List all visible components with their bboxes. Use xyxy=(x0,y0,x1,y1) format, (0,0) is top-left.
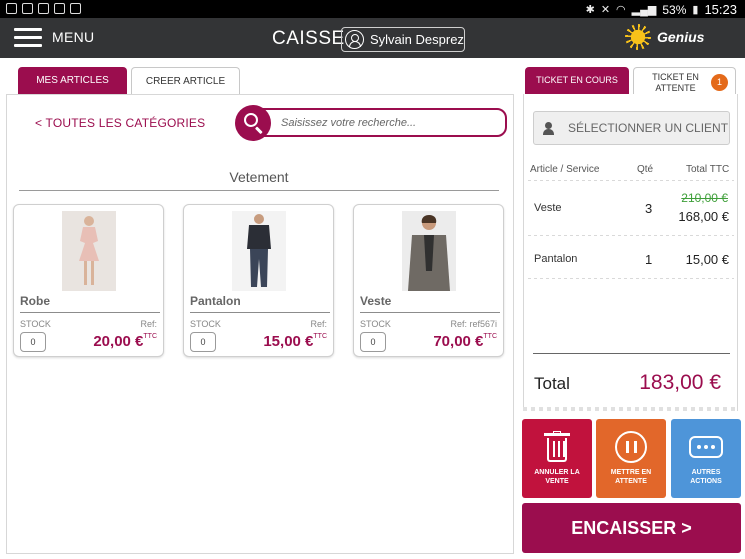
bag-icon xyxy=(70,3,81,14)
all-categories-link[interactable]: < TOUTES LES CATÉGORIES xyxy=(35,116,205,130)
product-ref: Ref: ref567i xyxy=(450,319,497,329)
page-title: CAISSE xyxy=(272,28,345,49)
tab-ticket-en-attente[interactable]: TICKET EN ATTENTE 1 xyxy=(633,67,736,94)
product-card-veste[interactable]: Veste STOCK Ref: ref567i 0 70,00 €TTC xyxy=(353,204,504,357)
clock: 15:23 xyxy=(704,2,737,17)
search-input[interactable] xyxy=(253,108,507,137)
status-bar: ✱ ✕ ◠ ▂▄▆ 53% ▮ 15:23 xyxy=(0,0,745,18)
line-item-total: 15,00 € xyxy=(685,252,729,267)
product-name: Robe xyxy=(20,294,50,308)
product-ref: Ref: xyxy=(140,319,157,329)
signal-icon: ▂▄▆ xyxy=(631,4,657,16)
column-total: Total TTC xyxy=(686,164,730,175)
pay-button[interactable]: ENCAISSER > xyxy=(522,503,741,553)
total-amount: 183,00 € xyxy=(639,371,721,394)
product-ref: Ref: xyxy=(310,319,327,329)
line-item-old-total: 210,00 € xyxy=(681,191,728,205)
category-title: Vetement xyxy=(229,169,289,185)
tab-ticket-en-cours[interactable]: TICKET EN COURS xyxy=(525,67,629,94)
veste-photo xyxy=(402,211,456,291)
notification-icons xyxy=(6,3,81,14)
person-icon xyxy=(543,121,554,135)
more-icon xyxy=(689,436,723,458)
product-name: Veste xyxy=(360,294,392,308)
stock-label: STOCK xyxy=(360,319,391,329)
menu-label: MENU xyxy=(52,29,95,45)
product-card-pantalon[interactable]: Pantalon STOCK Ref: 0 15,00 €TTC xyxy=(183,204,334,357)
hold-sale-button[interactable]: METTRE EN ATTENTE xyxy=(596,419,666,498)
product-price: 15,00 €TTC xyxy=(263,333,327,350)
mute-icon: ✕ xyxy=(600,4,611,16)
select-client-label: SÉLECTIONNER UN CLIENT xyxy=(568,121,729,135)
notification-icon xyxy=(6,3,17,14)
font-icon xyxy=(38,3,49,14)
select-client-button[interactable]: SÉLECTIONNER UN CLIENT xyxy=(533,111,730,145)
bluetooth-icon: ✱ xyxy=(585,4,595,16)
app-bar: MENU CAISSE Sylvain Desprez Genius xyxy=(0,18,745,58)
wifi-icon: ◠ xyxy=(616,4,626,16)
battery-percent: 53% xyxy=(662,2,687,17)
product-card-robe[interactable]: Robe STOCK Ref: 0 20,00 €TTC xyxy=(13,204,164,357)
line-item-qty[interactable]: 3 xyxy=(645,201,652,216)
product-price: 70,00 €TTC xyxy=(433,333,497,350)
category-divider xyxy=(19,190,499,191)
pantalon-photo xyxy=(232,211,286,291)
store-icon xyxy=(54,3,65,14)
column-qty: Qté xyxy=(637,164,654,175)
user-selector[interactable]: Sylvain Desprez xyxy=(341,27,465,52)
line-item-name[interactable]: Pantalon xyxy=(534,253,577,265)
image-icon xyxy=(22,3,33,14)
tab-creer-article[interactable]: CREER ARTICLE xyxy=(131,67,240,94)
line-item-qty[interactable]: 1 xyxy=(645,252,652,267)
cancel-sale-button[interactable]: ANNULER LA VENTE xyxy=(522,419,592,498)
stock-label: STOCK xyxy=(20,319,51,329)
stock-count: 0 xyxy=(360,332,386,352)
system-status: ✱ ✕ ◠ ▂▄▆ 53% ▮ 15:23 xyxy=(586,2,737,17)
total-label: Total xyxy=(534,374,570,393)
stock-count: 0 xyxy=(20,332,46,352)
line-item-total: 168,00 € xyxy=(678,209,729,224)
stock-label: STOCK xyxy=(190,319,221,329)
product-name: Pantalon xyxy=(190,294,241,308)
stock-count: 0 xyxy=(190,332,216,352)
product-price: 20,00 €TTC xyxy=(93,333,157,350)
tab-mes-articles[interactable]: MES ARTICLES xyxy=(18,67,127,94)
sun-logo-icon xyxy=(625,24,651,50)
user-name: Sylvain Desprez xyxy=(370,32,464,47)
line-item-name[interactable]: Veste xyxy=(534,202,562,214)
hamburger-icon xyxy=(14,27,42,47)
pause-icon xyxy=(615,431,647,463)
trash-icon xyxy=(544,431,570,463)
robe-photo xyxy=(62,211,116,291)
waiting-count-badge: 1 xyxy=(711,74,728,91)
pos-screen: ✱ ✕ ◠ ▂▄▆ 53% ▮ 15:23 MENU CAISSE Sylvai… xyxy=(0,0,745,559)
battery-icon: ▮ xyxy=(692,4,699,16)
search-icon xyxy=(244,113,258,127)
brand-name: Genius xyxy=(657,29,705,45)
menu-button[interactable]: MENU xyxy=(14,27,94,47)
column-article: Article / Service xyxy=(530,164,600,175)
search-button[interactable] xyxy=(235,105,271,141)
user-icon xyxy=(345,30,364,49)
other-actions-button[interactable]: AUTRES ACTIONS xyxy=(671,419,741,498)
brand-logo: Genius xyxy=(625,24,704,50)
